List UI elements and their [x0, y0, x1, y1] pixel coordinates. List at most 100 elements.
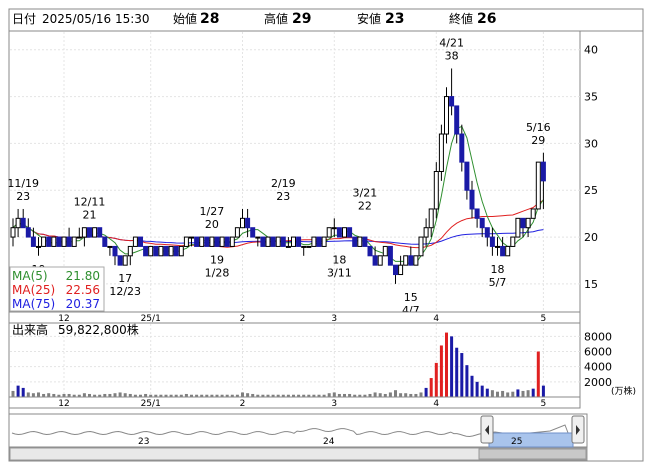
candle-up [219, 236, 225, 247]
candle-up [51, 236, 57, 247]
volume-bar [394, 390, 397, 397]
volume-bar [378, 393, 382, 397]
price-annotation-label: 18 [491, 263, 505, 276]
candle-up [413, 255, 419, 266]
candle-up [398, 264, 404, 276]
price-y-axis: 15 20 25 30 35 40 [584, 44, 598, 291]
volume-bar [501, 390, 505, 397]
volume-bar [113, 393, 117, 397]
candle-down [194, 236, 200, 247]
candle-down [117, 255, 123, 266]
range-navigator[interactable]: 23 24 25 [8, 413, 588, 461]
price-annotation-label: 12/23 [109, 285, 141, 298]
candle-down [479, 217, 485, 229]
volume-y-axis: 2000 4000 6000 8000 [584, 330, 612, 388]
candle-up [342, 227, 347, 238]
candle-up [107, 245, 113, 248]
candle-up [291, 236, 296, 247]
candle-up [444, 96, 449, 135]
volume-bar [439, 345, 443, 397]
candle-up [265, 236, 271, 247]
volume-bar [37, 392, 40, 397]
price-tick-label: 25 [584, 184, 598, 197]
header-datetime: 2025/05/16 15:30 [42, 12, 150, 26]
candle-down [66, 236, 72, 247]
candle-up [535, 161, 541, 210]
close-value: 26 [477, 11, 496, 27]
volume-value: 59,822,800株 [58, 322, 139, 337]
candle-up [71, 236, 77, 247]
candle-up [255, 236, 261, 239]
candle-down [489, 236, 495, 247]
candle-down [97, 227, 103, 238]
low-label: 安値 [357, 11, 381, 26]
candle-up [132, 236, 138, 247]
price-annotation-label: 5/7 [489, 276, 507, 289]
candle-up [377, 255, 383, 266]
price-x-axis-band [8, 311, 581, 324]
ma75-value: 20.37 [66, 297, 100, 311]
volume-x-axis: 12 25/1 2 3 4 5 [8, 396, 581, 409]
volume-bar [424, 387, 428, 397]
price-annotation-label: 17 [118, 272, 132, 285]
candle-down [56, 236, 62, 247]
volume-bar [434, 362, 438, 397]
navigator-selected-range[interactable] [488, 432, 574, 448]
volume-tick-label: 4000 [584, 361, 612, 374]
header: 日付 2025/05/16 15:30 始値 28 高値 29 安値 23 終値… [12, 11, 496, 27]
vol-month-label: 5 [541, 399, 547, 409]
price-annotation-label: 23 [276, 190, 290, 203]
high-value: 29 [292, 11, 311, 27]
volume-bar [327, 393, 331, 397]
price-annotation-label: 4/21 [439, 36, 464, 49]
candle-up [92, 227, 98, 238]
candle-up [229, 236, 235, 247]
candle-down [260, 236, 266, 247]
navigator-scrollbar-thumb[interactable] [478, 448, 587, 460]
vol-month-label: 3 [331, 399, 337, 409]
ma25-label: MA(25) [12, 283, 55, 297]
candle-down [464, 161, 470, 191]
candle-down [46, 236, 52, 247]
price-tick-label: 35 [584, 91, 598, 104]
candle-up [321, 236, 327, 247]
header-date-label: 日付 [12, 12, 36, 26]
volume-bar [31, 393, 35, 397]
volume-bar [511, 391, 515, 397]
candle-down [173, 245, 179, 257]
volume-bar [82, 393, 86, 397]
volume-unit: (万株) [611, 385, 636, 397]
volume-bar [399, 393, 403, 397]
volume-bar [531, 388, 535, 397]
candle-down [352, 236, 358, 247]
candle-up [61, 236, 67, 247]
candle-up [403, 255, 409, 266]
candle-up [178, 245, 184, 257]
candle-up [10, 227, 16, 238]
candle-up [122, 255, 128, 266]
volume-tick-label: 8000 [584, 330, 612, 343]
price-annotation-label: 23 [16, 190, 30, 203]
price-annotation-label: 19 [210, 253, 224, 266]
candle-down [224, 236, 230, 247]
volume-bar [47, 393, 51, 397]
volume-bar [475, 381, 479, 397]
candle-up [326, 227, 332, 238]
price-annotation-label: 38 [445, 49, 459, 62]
volume-x-axis-band [8, 396, 581, 409]
volume-bar [541, 385, 545, 397]
volume-bar [460, 353, 464, 397]
volume-bar [526, 390, 530, 397]
candle-up [423, 227, 429, 238]
high-label: 高値 [264, 11, 288, 26]
volume-bar [480, 385, 484, 397]
price-annotation-label: 3/21 [353, 186, 378, 199]
candle-down [204, 236, 210, 247]
navigator-year-23: 23 [138, 437, 149, 447]
vol-month-label: 25/1 [141, 399, 161, 409]
candle-up [183, 236, 189, 247]
chart-canvas: 日付 2025/05/16 15:30 始値 28 高値 29 安値 23 終値… [7, 8, 644, 462]
price-annotation-label: 12/11 [74, 196, 106, 209]
volume-bar [465, 365, 469, 397]
candle-down [540, 161, 546, 182]
